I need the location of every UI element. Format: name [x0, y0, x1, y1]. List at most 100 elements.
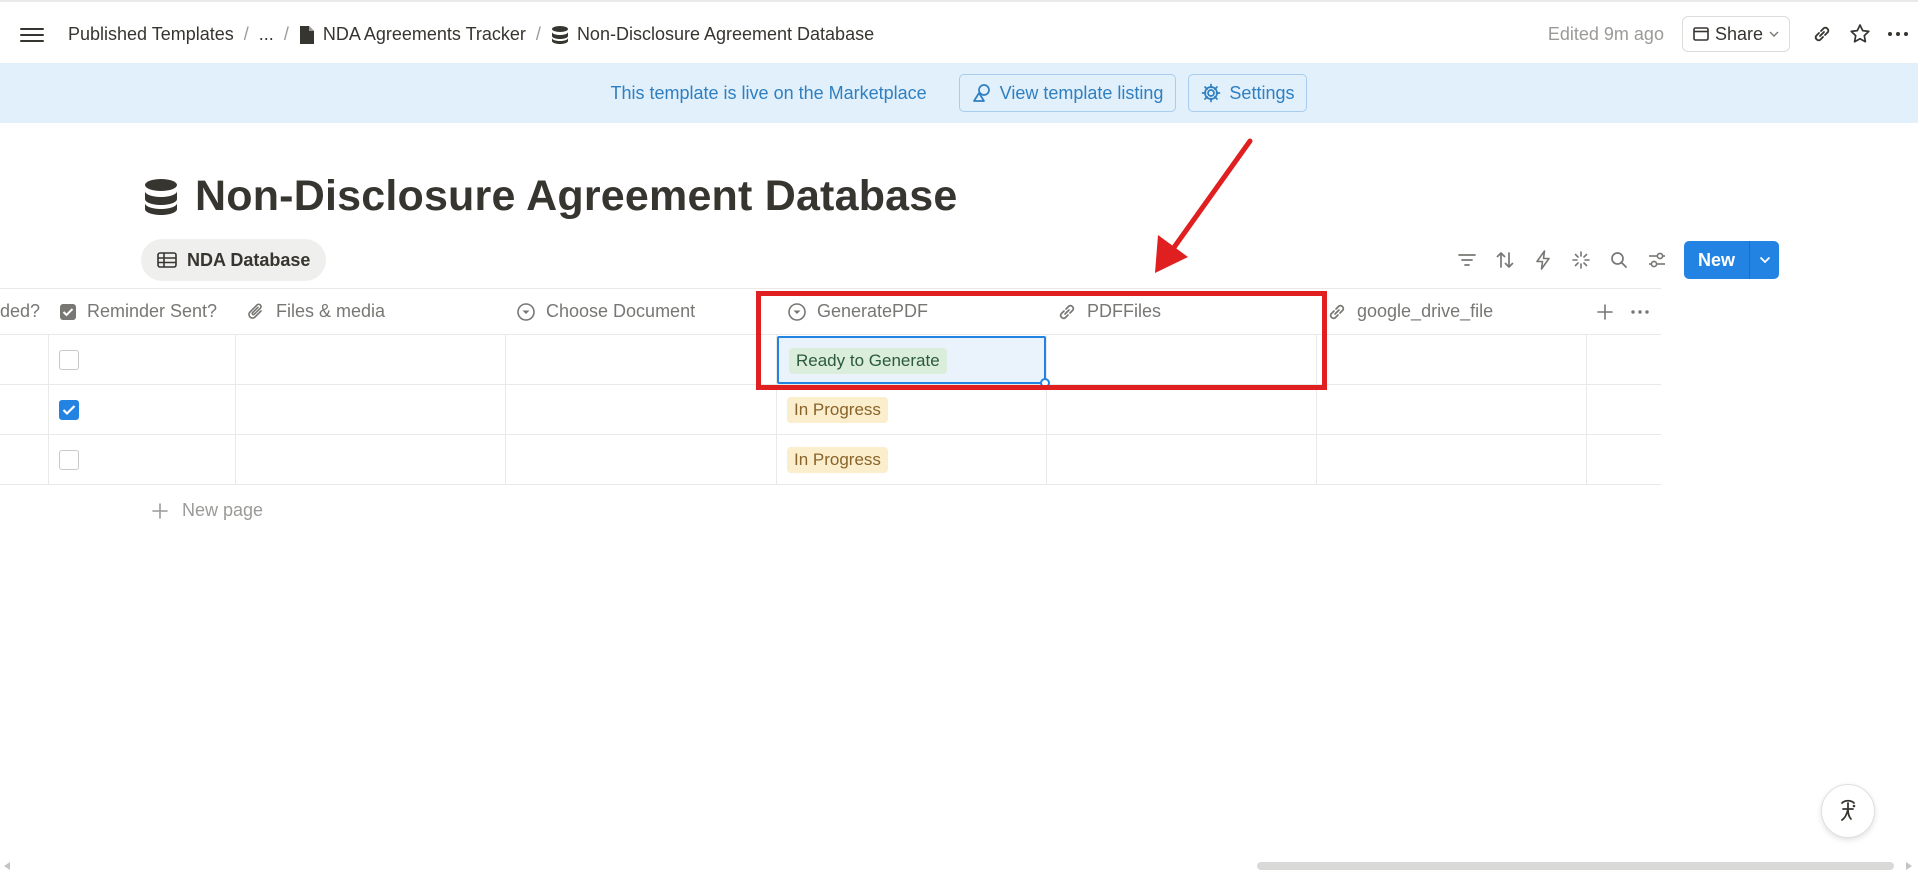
view-template-listing-button[interactable]: View template listing — [958, 74, 1177, 112]
view-tab-nda-database[interactable]: NDA Database — [141, 239, 327, 281]
new-page-button[interactable]: New page — [152, 500, 263, 521]
annotation-arrow — [1155, 138, 1253, 273]
breadcrumb-label: ... — [258, 24, 274, 44]
table-cell[interactable] — [49, 435, 236, 484]
column-more-icon[interactable] — [1631, 309, 1649, 314]
shapes-icon — [972, 83, 992, 103]
breadcrumb-ellipsis[interactable]: ... — [255, 22, 278, 47]
page-title-row: Non-Disclosure Agreement Database — [143, 172, 958, 221]
breadcrumb: Published Templates / ... / NDA Agreemen… — [64, 22, 878, 47]
table-cell[interactable] — [49, 335, 236, 384]
marketplace-banner: This template is live on the Marketplace… — [0, 63, 1918, 123]
table-cell[interactable] — [236, 385, 506, 434]
table-cell[interactable] — [0, 435, 49, 484]
settings-button[interactable]: Settings — [1188, 74, 1308, 112]
table-cell[interactable] — [506, 335, 777, 384]
paperclip-icon — [246, 302, 266, 322]
sparkle-icon[interactable] — [1564, 243, 1598, 277]
top-bar: Published Templates / ... / NDA Agreemen… — [0, 0, 1918, 63]
scroll-left-arrow[interactable] — [4, 862, 10, 870]
column-header-label: Reminder Sent? — [87, 301, 218, 321]
breadcrumb-label: Published Templates — [68, 24, 234, 44]
link-icon — [1327, 302, 1347, 322]
share-button[interactable]: Share — [1681, 16, 1790, 52]
table-cell[interactable] — [1317, 335, 1587, 384]
column-header-label: ded? — [0, 301, 41, 321]
sort-icon[interactable] — [1488, 243, 1522, 277]
select-property-icon — [516, 302, 536, 322]
table-cell[interactable] — [506, 435, 777, 484]
plus-icon — [152, 502, 168, 519]
column-header-google-drive-file[interactable]: google_drive_file — [1317, 289, 1587, 334]
table-cell[interactable] — [1317, 435, 1587, 484]
checkbox-property-icon — [59, 303, 77, 321]
view-tab-label: NDA Database — [187, 249, 311, 270]
filter-icon[interactable] — [1450, 243, 1484, 277]
table-row[interactable]: In Progress — [0, 435, 1661, 485]
edited-timestamp: Edited 9m ago — [1547, 23, 1664, 44]
table-icon — [157, 252, 177, 268]
ai-face-icon — [1841, 799, 1856, 821]
table-cell[interactable] — [236, 435, 506, 484]
breadcrumb-separator: / — [535, 24, 541, 44]
breadcrumb-nda-tracker[interactable]: NDA Agreements Tracker — [295, 22, 530, 47]
search-icon[interactable] — [1602, 243, 1636, 277]
breadcrumb-separator: / — [283, 24, 289, 44]
breadcrumb-separator: / — [243, 24, 249, 44]
new-button-group: New — [1683, 241, 1779, 279]
table-cell[interactable]: In Progress — [777, 385, 1047, 434]
checkmark-icon — [62, 404, 76, 415]
more-options-icon[interactable] — [1880, 16, 1916, 52]
table-cell[interactable] — [506, 385, 777, 434]
new-page-label: New page — [182, 500, 264, 520]
table-row[interactable]: In Progress — [0, 385, 1661, 435]
add-column-icon[interactable] — [1597, 303, 1613, 320]
chevron-down-icon — [1769, 31, 1779, 37]
status-tag-in-progress: In Progress — [787, 446, 888, 473]
star-icon[interactable] — [1842, 16, 1878, 52]
column-header-actions — [1587, 289, 1661, 334]
breadcrumb-published-templates[interactable]: Published Templates — [64, 22, 238, 47]
database-icon — [551, 25, 569, 45]
lightning-icon[interactable] — [1526, 243, 1560, 277]
breadcrumb-label: Non-Disclosure Agreement Database — [576, 24, 875, 44]
new-dropdown-button[interactable] — [1749, 241, 1779, 279]
menu-icon[interactable] — [20, 24, 44, 44]
table-cell[interactable] — [0, 335, 49, 384]
table-cell[interactable] — [49, 385, 236, 434]
horizontal-scrollbar-thumb[interactable] — [1257, 862, 1894, 870]
reminder-sent-checkbox[interactable] — [59, 399, 79, 420]
new-button[interactable]: New — [1684, 241, 1749, 279]
reminder-sent-checkbox[interactable] — [59, 449, 79, 470]
gear-icon — [1201, 83, 1221, 103]
table-cell[interactable] — [1317, 385, 1587, 434]
table-cell[interactable] — [1047, 385, 1317, 434]
ai-assistant-button[interactable] — [1821, 784, 1875, 838]
annotation-highlight-box — [756, 291, 1327, 390]
share-label: Share — [1714, 23, 1763, 44]
breadcrumb-label: NDA Agreements Tracker — [322, 24, 526, 44]
column-header-reminder-sent[interactable]: Reminder Sent? — [49, 289, 235, 334]
copy-link-icon[interactable] — [1804, 16, 1840, 52]
status-tag-in-progress: In Progress — [787, 396, 888, 423]
column-header-choose-document[interactable]: Choose Document — [506, 289, 776, 334]
column-header-files-media[interactable]: Files & media — [236, 289, 505, 334]
settings-sliders-icon[interactable] — [1640, 243, 1674, 277]
database-toolbar: New — [1450, 241, 1779, 279]
database-icon — [143, 176, 179, 218]
table-cell[interactable]: In Progress — [777, 435, 1047, 484]
window-icon — [1693, 27, 1709, 41]
document-icon — [299, 25, 315, 45]
top-right-actions: Edited 9m ago Share — [1548, 16, 1918, 52]
scroll-right-arrow[interactable] — [1906, 862, 1912, 870]
breadcrumb-nda-database[interactable]: Non-Disclosure Agreement Database — [547, 22, 878, 47]
table-cell[interactable] — [0, 385, 49, 434]
view-template-listing-label: View template listing — [999, 82, 1164, 103]
column-header-label: Files & media — [276, 301, 386, 321]
page-title[interactable]: Non-Disclosure Agreement Database — [195, 172, 958, 221]
reminder-sent-checkbox[interactable] — [59, 349, 79, 370]
table-cell[interactable] — [1047, 435, 1317, 484]
banner-text: This template is live on the Marketplace — [610, 82, 927, 103]
column-header-partial[interactable]: ded? — [0, 289, 49, 334]
table-cell[interactable] — [236, 335, 506, 384]
